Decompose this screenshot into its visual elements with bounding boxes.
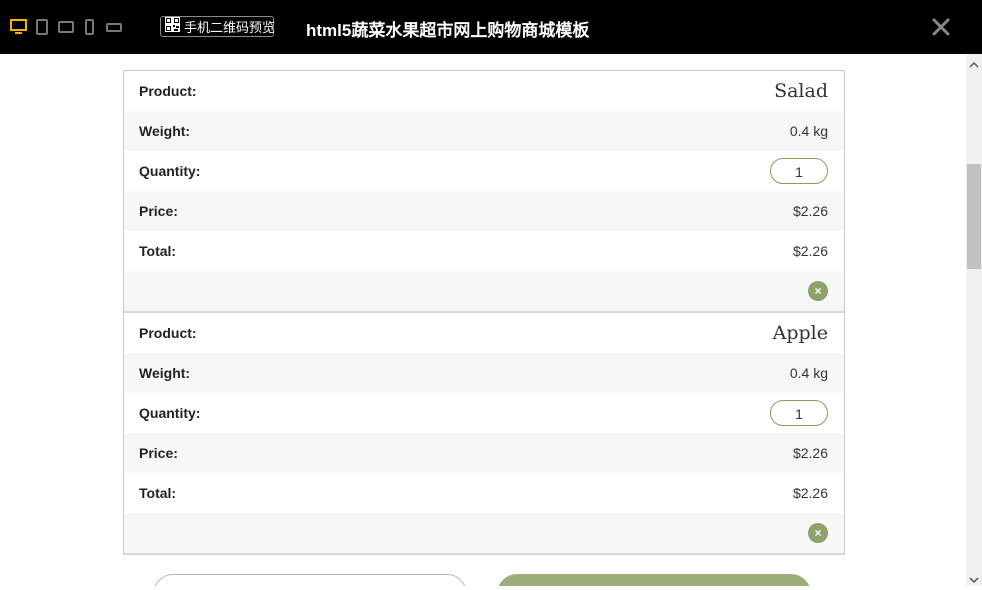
quantity-row: Quantity: 1	[124, 393, 844, 433]
total-label: Total:	[139, 485, 177, 501]
scroll-up-arrow-icon[interactable]	[969, 57, 979, 68]
price-row: Price: $2.26	[124, 433, 844, 473]
quantity-label: Quantity:	[139, 163, 201, 179]
product-label: Product:	[139, 83, 197, 99]
tablet-portrait-icon[interactable]	[36, 19, 48, 35]
quantity-input[interactable]: 1	[770, 400, 828, 426]
tablet-landscape-icon[interactable]	[58, 19, 74, 35]
scroll-down-arrow-icon[interactable]	[969, 572, 979, 584]
remove-row: ×	[124, 271, 844, 311]
secondary-action-button[interactable]	[153, 574, 467, 586]
qr-code-icon	[165, 16, 180, 37]
quantity-row: Quantity: 1	[124, 151, 844, 191]
price-value: $2.26	[792, 445, 828, 461]
phone-portrait-icon[interactable]	[85, 19, 94, 35]
price-label: Price:	[139, 445, 178, 461]
page-title: html5蔬菜水果超市网上购物商城模板	[306, 21, 590, 40]
remove-row: ×	[124, 513, 844, 553]
weight-value: 0.4 kg	[789, 123, 828, 139]
quantity-input[interactable]: 1	[770, 158, 828, 184]
preview-frame: Product: Salad Weight: 0.4 kg Quantity: …	[0, 54, 966, 586]
scrollbar-thumb[interactable]	[967, 164, 981, 269]
cart-item: Product: Salad Weight: 0.4 kg Quantity: …	[124, 71, 844, 313]
total-label: Total:	[139, 243, 177, 259]
total-row: Total: $2.26	[124, 473, 844, 513]
phone-landscape-icon[interactable]	[106, 19, 122, 35]
price-value: $2.26	[792, 203, 828, 219]
quantity-label: Quantity:	[139, 405, 201, 421]
remove-item-button[interactable]: ×	[808, 281, 828, 301]
primary-action-button[interactable]	[497, 574, 811, 586]
product-row: Product: Apple	[124, 313, 844, 353]
total-value: $2.26	[792, 243, 828, 259]
price-label: Price:	[139, 203, 178, 219]
weight-label: Weight:	[139, 123, 191, 139]
preview-toolbar: 手机二维码预览 html5蔬菜水果超市网上购物商城模板	[0, 0, 982, 54]
remove-item-button[interactable]: ×	[808, 523, 828, 543]
cart-table: Product: Salad Weight: 0.4 kg Quantity: …	[123, 70, 845, 555]
cart-item: Product: Apple Weight: 0.4 kg Quantity: …	[124, 313, 844, 555]
weight-value: 0.4 kg	[789, 365, 828, 381]
qr-preview-label: 手机二维码预览	[184, 20, 276, 35]
product-name[interactable]: Apple	[773, 322, 828, 344]
product-name[interactable]: Salad	[774, 80, 828, 102]
product-label: Product:	[139, 325, 197, 341]
weight-row: Weight: 0.4 kg	[124, 353, 844, 393]
qr-preview-button[interactable]: 手机二维码预览	[160, 16, 276, 37]
product-row: Product: Salad	[124, 71, 844, 111]
weight-label: Weight:	[139, 365, 191, 381]
weight-row: Weight: 0.4 kg	[124, 111, 844, 151]
price-row: Price: $2.26	[124, 191, 844, 231]
desktop-icon[interactable]	[10, 19, 27, 35]
total-value: $2.26	[792, 485, 828, 501]
total-row: Total: $2.26	[124, 231, 844, 271]
close-icon[interactable]	[930, 16, 952, 38]
scrollbar[interactable]	[966, 54, 982, 586]
